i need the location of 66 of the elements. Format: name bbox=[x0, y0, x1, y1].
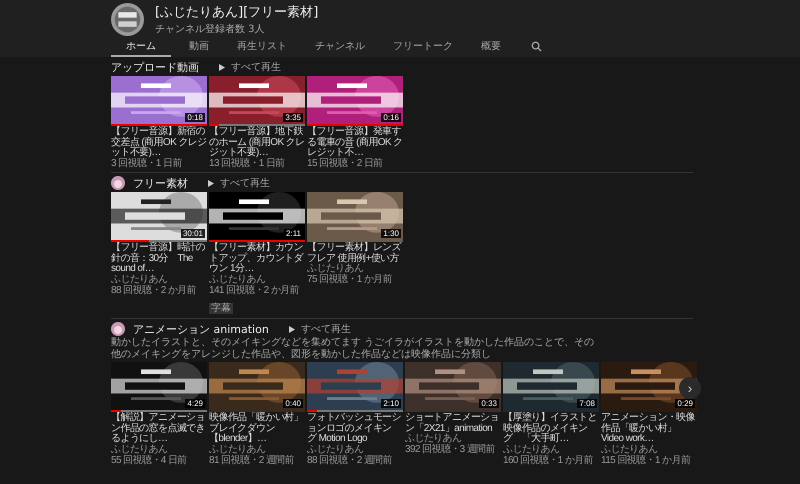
view-count: 13 回視聴・1 日前 bbox=[209, 158, 286, 170]
channel-name-label[interactable]: ふじたりあん bbox=[307, 264, 403, 276]
channel-name-label[interactable]: ふじたりあん bbox=[209, 444, 305, 456]
caption-tag: 字幕 bbox=[209, 303, 233, 314]
view-count: 88 回視聴・2 か月前 bbox=[111, 286, 198, 296]
video-duration: 4:29 bbox=[185, 399, 205, 408]
channel-tab[interactable]: 再生リスト bbox=[227, 36, 297, 57]
channel-tab[interactable]: フリートーク bbox=[383, 36, 463, 57]
view-count: 115 回視聴・1 か月前 bbox=[601, 456, 692, 466]
video-duration: 0:29 bbox=[675, 399, 695, 408]
video-duration: 0:16 bbox=[381, 113, 401, 122]
video-duration: 2:10 bbox=[381, 399, 401, 408]
channel-name-label[interactable]: ふじたりあん bbox=[307, 444, 403, 456]
video-duration: 0:18 bbox=[185, 113, 205, 122]
view-count: 160 回視聴・1 か月前 bbox=[503, 456, 594, 466]
play-icon bbox=[219, 64, 225, 70]
view-count: 81 回視聴・2 週間前 bbox=[209, 456, 296, 466]
video-title[interactable]: 【フリー素材】カウントアップ、カウントダウン 1分… bbox=[209, 243, 305, 275]
play-icon bbox=[208, 180, 214, 187]
video-duration: 7:08 bbox=[577, 399, 597, 408]
view-count: 55 回視聴・4 日前 bbox=[111, 456, 188, 466]
play-all-button[interactable]: すべて再生 bbox=[284, 322, 355, 336]
video-title[interactable]: 【フリー素材】レンズフレア 使用例+使い方 bbox=[307, 243, 403, 264]
view-count: 75 回視聴・1 か月前 bbox=[307, 275, 394, 286]
video-title[interactable]: 映像作品「暖かい村」ブレイクダウン【blender】… bbox=[209, 413, 305, 445]
channel-name-label[interactable]: ふじたりあん bbox=[111, 274, 207, 286]
video-duration: 1:30 bbox=[381, 229, 401, 238]
video-duration: 3:35 bbox=[283, 113, 303, 122]
video-title[interactable]: 【解説】アニメーション作品の窓を点滅できるようにし… bbox=[111, 413, 207, 445]
play-all-button[interactable]: すべて再生 bbox=[215, 60, 285, 74]
video-title[interactable]: 【厚塗り】イラストと映像作品のメイキング 「大手町… bbox=[503, 413, 599, 445]
section-title[interactable]: アップロード動画 bbox=[111, 60, 199, 74]
video-title[interactable]: 【フリー音源】新宿の交差点 (商用OK クレジット不要)… bbox=[111, 127, 207, 158]
play-icon bbox=[288, 326, 295, 333]
play-all-button[interactable]: すべて再生 bbox=[204, 176, 274, 190]
video-title[interactable]: 【フリー音源】地下鉄のホーム (商用OK クレジット不要)… bbox=[209, 127, 305, 158]
channel-tab[interactable]: チャンネル bbox=[305, 36, 375, 57]
view-count: 392 回視聴・3 週間前 bbox=[405, 445, 496, 456]
channel-name-label[interactable]: ふじたりあん bbox=[503, 444, 599, 456]
video-duration: 0:40 bbox=[283, 399, 303, 408]
view-count: 3 回視聴・1 日前 bbox=[111, 158, 183, 170]
video-title[interactable]: ショートアニメーション「2X21」animation bbox=[405, 413, 501, 434]
video-duration: 2:11 bbox=[284, 229, 303, 238]
channel-name-label[interactable]: ふじたりあん bbox=[405, 434, 501, 446]
section-title[interactable]: フリー素材 bbox=[133, 176, 188, 191]
video-duration: 0:33 bbox=[479, 399, 499, 408]
section-description: 動かしたイラストと、そのメイキングなどを集めてます うごイラがイラストを動かした作品のことで、その他のメイキングをアレンジした作品や、図形を動かした作品などは映像作品に分類し bbox=[111, 337, 596, 360]
video-duration: 30:01 bbox=[180, 229, 205, 238]
view-count: 141 回視聴・2 か月前 bbox=[209, 286, 300, 296]
channel-tab[interactable]: ホーム bbox=[111, 36, 171, 57]
channel-name-label[interactable]: ふじたりあん bbox=[209, 274, 305, 286]
channel-tab[interactable]: 概要 bbox=[471, 36, 511, 57]
video-title[interactable]: 【フリー音源】発車する電車の音 (商用OK クレジット不… bbox=[307, 127, 403, 158]
video-title[interactable]: フォトバッシュモーションロゴのメイキング Motion Logo bbox=[307, 413, 403, 445]
channel-tab[interactable]: 動画 bbox=[179, 36, 219, 57]
video-title[interactable]: アニメーション・映像作品「暖かい村」 Video work… bbox=[601, 413, 697, 445]
channel-name-label[interactable]: ふじたりあん bbox=[111, 444, 207, 456]
video-title[interactable]: 【フリー音源】時計の針の音：30分 The sound of… bbox=[111, 243, 207, 275]
channel-avatar bbox=[111, 3, 144, 36]
section-title[interactable]: アニメーション animation bbox=[133, 322, 269, 337]
search-icon[interactable] bbox=[531, 41, 542, 52]
view-count: 15 回視聴・2 日前 bbox=[307, 158, 384, 170]
channel-name-label[interactable]: ふじたりあん bbox=[601, 444, 697, 456]
view-count: 88 回視聴・2 週間前 bbox=[307, 456, 394, 466]
subscriber-count: チャンネル登録者数 3人 bbox=[155, 22, 266, 36]
channel-name: [ふじたりあん][フリー素材] bbox=[155, 4, 318, 21]
